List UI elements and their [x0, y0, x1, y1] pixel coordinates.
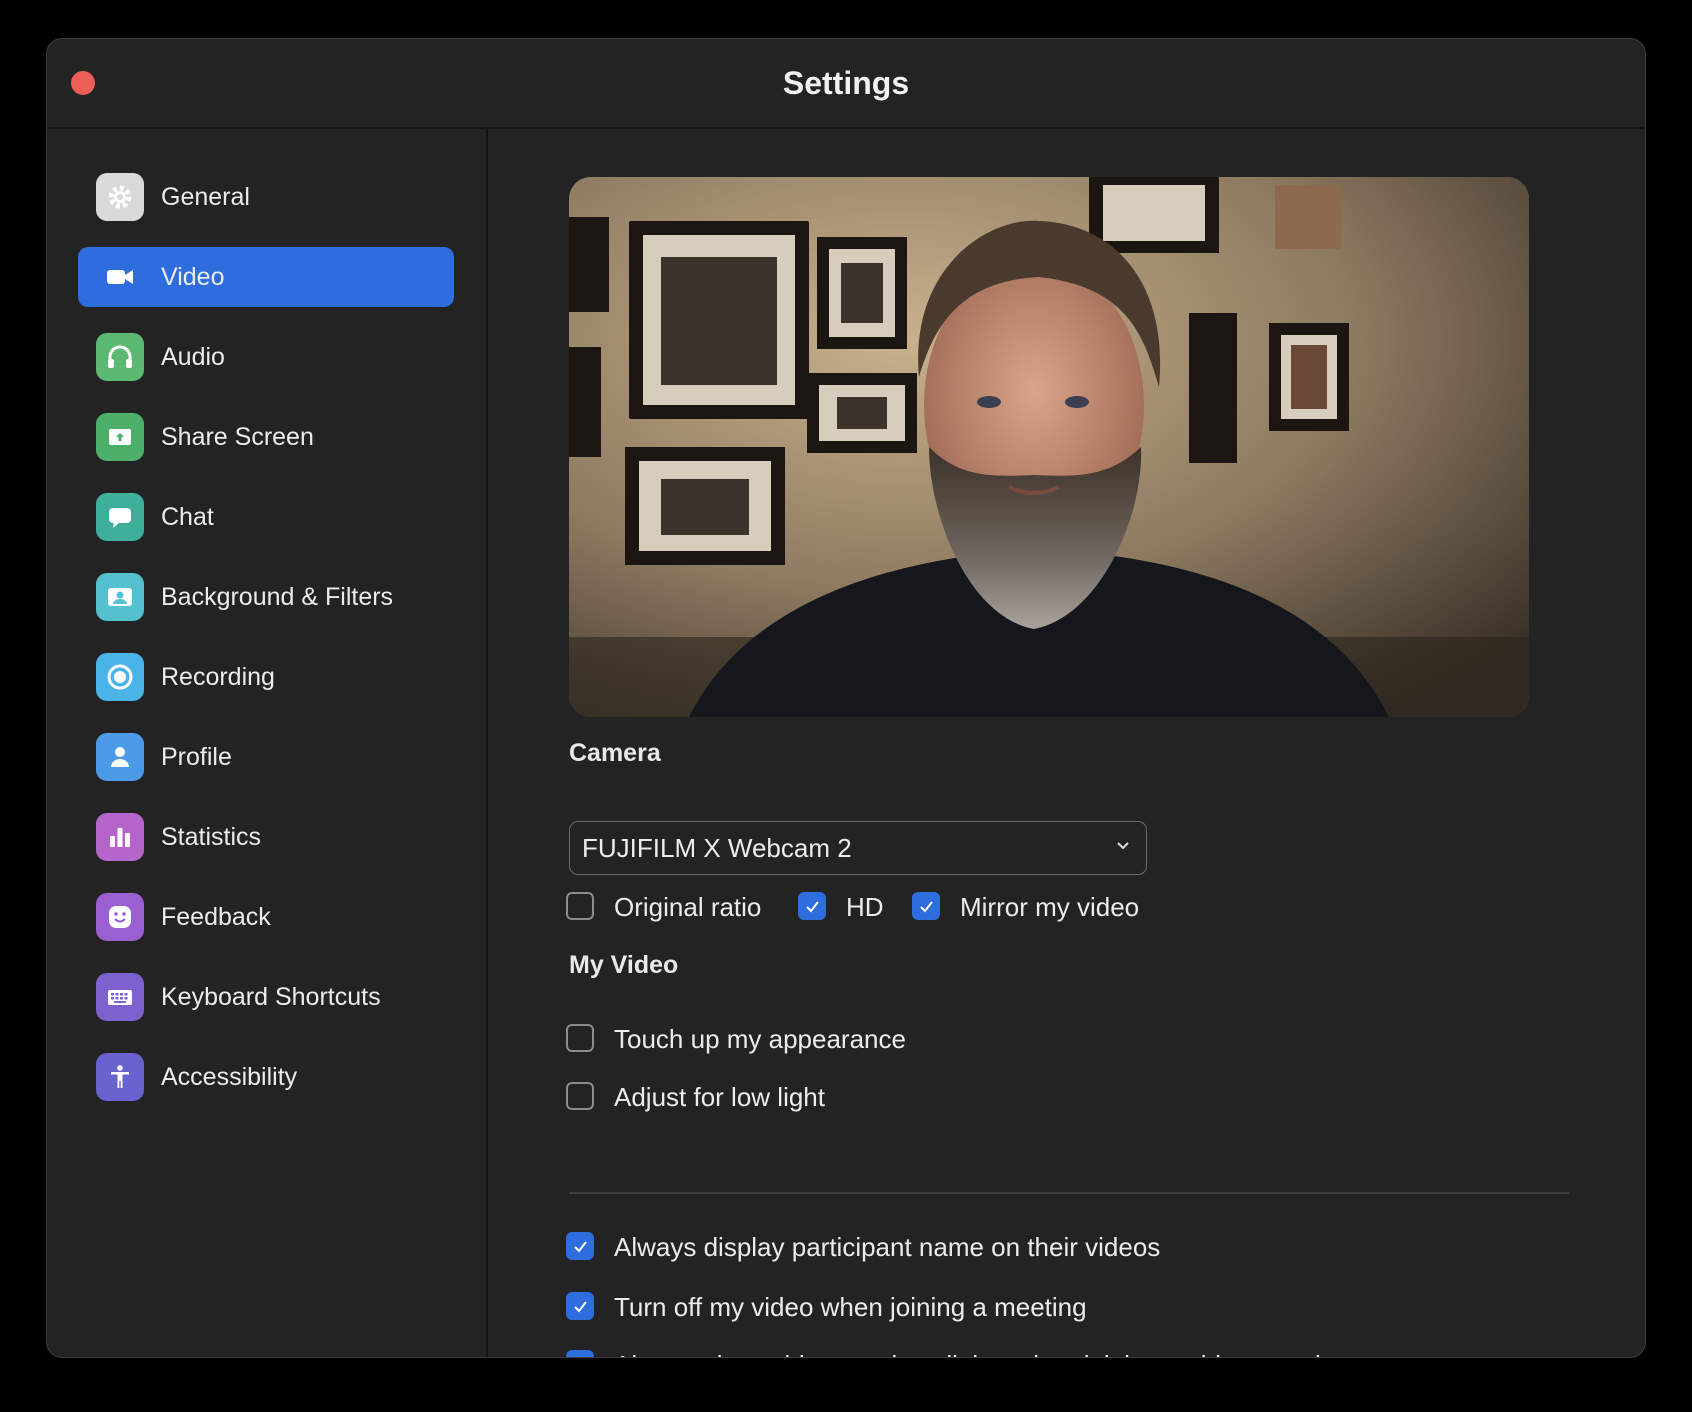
sidebar-item-share-screen[interactable]: Share Screen	[78, 407, 454, 467]
sidebar-item-label: Profile	[161, 743, 232, 771]
chat-bubble-icon	[96, 493, 144, 541]
checkbox-label: Always show video preview dialog when jo…	[614, 1349, 1350, 1357]
sidebar-item-chat[interactable]: Chat	[78, 487, 454, 547]
video-camera-icon	[96, 253, 144, 301]
sidebar-item-accessibility[interactable]: Accessibility	[78, 1047, 454, 1107]
checkmark-icon	[574, 1301, 587, 1313]
sidebar-item-label: Background & Filters	[161, 583, 394, 611]
sidebar-item-label: Chat	[161, 503, 214, 531]
sidebar-item-feedback[interactable]: Feedback	[78, 887, 454, 947]
checkbox-unchecked[interactable]	[566, 1082, 594, 1110]
headphones-icon	[96, 333, 144, 381]
sidebar-item-label: Video	[161, 263, 225, 291]
checkbox-label: Original ratio	[614, 892, 762, 922]
sidebar-item-audio[interactable]: Audio	[78, 327, 454, 387]
accessibility-icon	[96, 1053, 144, 1101]
checkbox-checked[interactable]	[798, 892, 826, 920]
sidebar: General Video Audio Share Screen Chat Ba…	[47, 129, 488, 1357]
sidebar-item-label: Keyboard Shortcuts	[161, 983, 381, 1011]
sidebar-item-label: Feedback	[161, 903, 271, 931]
sidebar-item-label: Accessibility	[161, 1063, 298, 1091]
settings-window: Settings General Video Audio Share Scree…	[46, 38, 1646, 1358]
section-divider	[569, 1192, 1569, 1194]
checkmark-icon	[572, 1356, 589, 1358]
person-portrait-icon	[96, 573, 144, 621]
record-icon	[96, 653, 144, 701]
sidebar-item-label: Recording	[161, 663, 275, 691]
bar-chart-icon	[96, 813, 144, 861]
checkbox-checked[interactable]	[566, 1232, 594, 1260]
chevron-down-icon	[1117, 842, 1129, 850]
checkmark-icon	[806, 901, 819, 913]
camera-preview-image	[569, 177, 1529, 717]
window-title: Settings	[782, 65, 910, 101]
sidebar-item-keyboard-shortcuts[interactable]: Keyboard Shortcuts	[78, 967, 454, 1027]
sidebar-item-label: Statistics	[161, 823, 262, 851]
checkbox-label: HD	[846, 892, 884, 922]
checkbox-label: Mirror my video	[960, 892, 1140, 922]
checkmark-icon	[574, 1241, 587, 1253]
share-screen-icon	[96, 413, 144, 461]
sidebar-item-general[interactable]: General	[78, 167, 454, 227]
sidebar-item-statistics[interactable]: Statistics	[78, 807, 454, 867]
my-video-section-title: My Video	[569, 951, 679, 979]
sidebar-item-video[interactable]: Video	[78, 247, 454, 307]
camera-preview	[569, 177, 1529, 717]
sidebar-item-recording[interactable]: Recording	[78, 647, 454, 707]
checkbox-label: Turn off my video when joining a meeting	[614, 1292, 1087, 1322]
video-settings-panel: Camera FUJIFILM X Webcam 2 Original rati…	[488, 129, 1645, 1357]
sidebar-item-label: General	[161, 183, 250, 211]
checkbox-label: Always display participant name on their…	[614, 1232, 1161, 1262]
title-bar: Settings	[47, 39, 1645, 129]
sidebar-item-profile[interactable]: Profile	[78, 727, 454, 787]
gear-icon	[96, 173, 144, 221]
checkbox-checked[interactable]	[566, 1350, 594, 1358]
checkbox-checked[interactable]	[566, 1292, 594, 1320]
keyboard-icon	[96, 973, 144, 1021]
sidebar-item-label: Share Screen	[161, 423, 314, 451]
checkbox-unchecked[interactable]	[566, 1024, 594, 1052]
camera-section-title: Camera	[569, 739, 661, 767]
camera-select[interactable]: FUJIFILM X Webcam 2	[569, 821, 1147, 875]
checkbox-label: Touch up my appearance	[614, 1024, 906, 1054]
checkbox-checked[interactable]	[912, 892, 940, 920]
sidebar-item-label: Audio	[161, 343, 225, 371]
sidebar-item-background-filters[interactable]: Background & Filters	[78, 567, 454, 627]
checkmark-icon	[920, 901, 933, 913]
checkbox-unchecked[interactable]	[566, 892, 594, 920]
smiley-icon	[96, 893, 144, 941]
checkbox-label: Adjust for low light	[614, 1082, 825, 1112]
camera-select-value: FUJIFILM X Webcam 2	[582, 833, 852, 863]
user-icon	[96, 733, 144, 781]
